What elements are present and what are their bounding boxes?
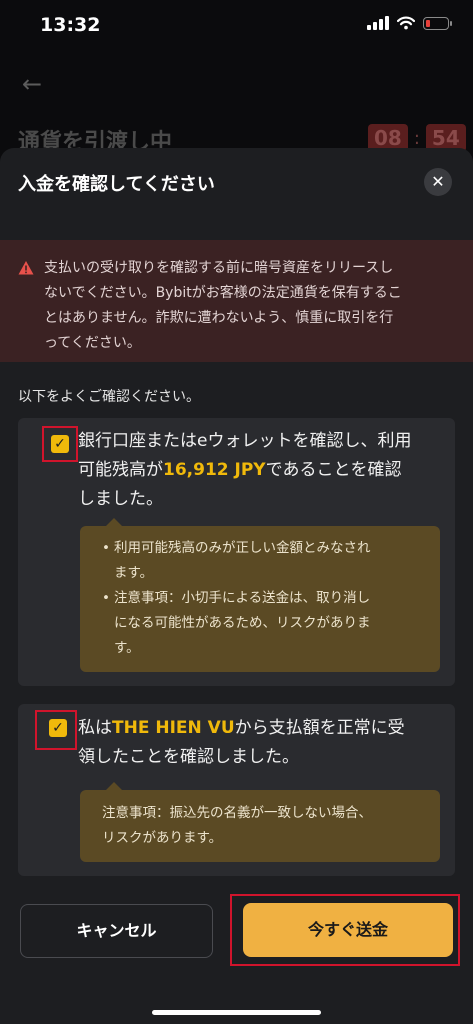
balance-confirm-checkbox[interactable]: ✓ — [51, 435, 69, 453]
payer-text-suffix: から支払額を正常に受 — [234, 718, 405, 738]
balance-text-line: 可能残高が16,912 JPYであることを確認 — [78, 456, 450, 485]
sheet-title: 入金を確認してください — [18, 174, 215, 195]
payer-tip: 注意事項：振込先の名義が一致しない場合、 リスクがあります。 — [80, 782, 440, 862]
cancel-button[interactable]: キャンセル — [20, 904, 213, 958]
tip-line: 注意事項：振込先の名義が一致しない場合、 — [102, 805, 372, 821]
checkmark-icon: ✓ — [54, 436, 66, 452]
payer-text-line: 領したことを確認しました。 — [78, 747, 299, 767]
back-arrow-icon: ← — [22, 70, 43, 98]
warning-line: ってください。 — [44, 335, 141, 351]
payer-text-prefix: 私は — [78, 718, 112, 738]
confirm-payment-sheet: 入金を確認してください ✕ 支払いの受け取りを確認する前に暗号資産をリリースし … — [0, 148, 473, 1024]
tip-item: 利用可能残高のみが正しい金額とみなされます。 — [98, 536, 430, 586]
checkmark-icon: ✓ — [52, 720, 64, 736]
payer-confirm-text: 私はTHE HIEN VUから支払額を正常に受 領したことを確認しました。 — [78, 714, 450, 772]
status-bar: 13:32 — [0, 0, 473, 50]
send-now-button[interactable]: 今すぐ送金 — [243, 903, 453, 957]
close-icon: ✕ — [431, 172, 445, 191]
wifi-icon — [397, 16, 415, 30]
balance-text-line: しました。 — [78, 489, 163, 509]
battery-low-icon — [423, 16, 452, 30]
balance-tip: 利用可能残高のみが正しい金額とみなされます。 注意事項：小切手による送金は、取り… — [80, 518, 440, 672]
balance-confirm-text: 銀行口座またはeウォレットを確認し、利用 可能残高が16,912 JPYであるこ… — [78, 427, 450, 514]
warning-line: ないでください。Bybitがお客様の法定通貨を保有するこ — [44, 285, 402, 301]
tip-item: 注意事項：小切手による送金は、取り消しになる可能性があるため、リスクがあります。 — [98, 586, 430, 661]
payer-text-line: 私はTHE HIEN VUから支払額を正常に受 — [78, 714, 450, 743]
balance-text-line: 銀行口座またはeウォレットを確認し、利用 — [78, 431, 412, 451]
close-button[interactable]: ✕ — [424, 168, 452, 196]
status-icons — [367, 16, 452, 30]
warning-icon — [18, 261, 34, 275]
balance-confirm-card: ✓ 銀行口座またはeウォレットを確認し、利用 可能残高が16,912 JPYであ… — [18, 418, 455, 686]
warning-line: とはありません。詐欺に遭わないよう、慎重に取引を行 — [44, 310, 394, 326]
balance-text-suffix: であることを確認 — [265, 460, 402, 480]
cellular-signal-icon — [367, 16, 389, 30]
warning-banner: 支払いの受け取りを確認する前に暗号資産をリリースし ないでください。Bybitが… — [0, 240, 473, 362]
status-time: 13:32 — [40, 14, 101, 36]
confirm-instruction: 以下をよくご確認ください。 — [18, 389, 200, 405]
balance-amount: 16,912 JPY — [163, 460, 266, 480]
payer-confirm-checkbox[interactable]: ✓ — [49, 719, 67, 737]
warning-line: 支払いの受け取りを確認する前に暗号資産をリリースし — [44, 260, 394, 276]
tip-line: リスクがあります。 — [102, 830, 223, 846]
home-indicator[interactable] — [152, 1010, 321, 1015]
balance-text-prefix: 可能残高が — [78, 460, 163, 480]
timer-separator: : — [413, 127, 420, 149]
payer-name: THE HIEN VU — [112, 718, 235, 738]
payer-confirm-card: ✓ 私はTHE HIEN VUから支払額を正常に受 領したことを確認しました。 … — [18, 704, 455, 876]
